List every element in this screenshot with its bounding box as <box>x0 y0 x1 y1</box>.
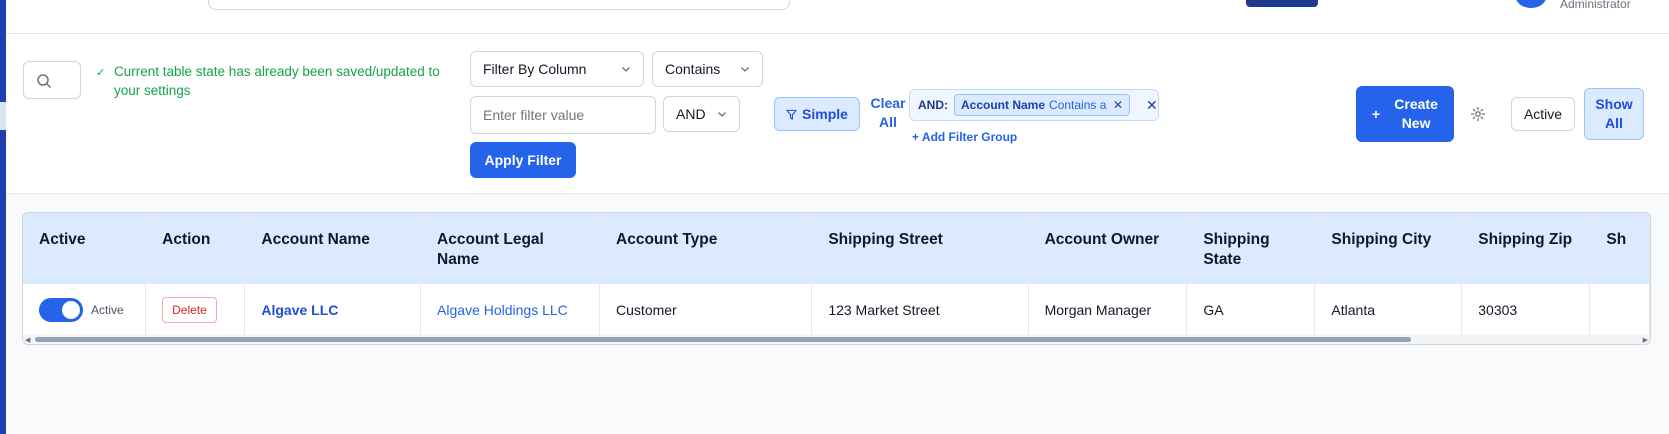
account-type-cell: Customer <box>599 284 813 335</box>
filter-group-logic: AND: <box>918 98 948 112</box>
check-icon: ✓ <box>96 67 106 79</box>
close-icon[interactable]: ✕ <box>1146 97 1158 114</box>
apply-filter-button[interactable]: Apply Filter <box>470 142 576 178</box>
saved-status-text: Current table state has already been sav… <box>114 64 440 98</box>
status-select[interactable]: Active <box>1511 97 1575 131</box>
create-new-button[interactable]: + Create New <box>1356 86 1454 142</box>
add-filter-group-link[interactable]: + Add Filter Group <box>912 130 1017 144</box>
active-toggle[interactable] <box>39 297 83 322</box>
account-name-link[interactable]: Algave LLC <box>261 302 338 318</box>
show-all-button[interactable]: Show All <box>1584 88 1644 140</box>
global-search-input[interactable] <box>208 0 790 10</box>
filter-group: AND: Account Name Contains a ✕ ✕ <box>909 89 1159 121</box>
delete-button[interactable]: Delete <box>162 296 217 323</box>
clear-all-button[interactable]: Clear All <box>868 94 908 132</box>
close-icon[interactable]: ✕ <box>1113 98 1123 112</box>
saved-status-message: ✓ Current table state has already been s… <box>96 62 466 100</box>
search-icon <box>37 74 51 88</box>
shipping-street-cell: 123 Market Street <box>811 284 1029 335</box>
filter-operator-value: Contains <box>665 61 721 77</box>
column-header[interactable]: Active <box>23 213 147 284</box>
column-header[interactable]: Shipping Street <box>811 213 1029 284</box>
logic-operator-value: AND <box>676 106 706 122</box>
filter-operator-select[interactable]: Contains <box>652 51 763 87</box>
filter-chip-field: Account Name <box>961 98 1046 112</box>
shipping-city-cell: Atlanta <box>1314 284 1463 335</box>
shipping-zip-cell: 30303 <box>1461 284 1591 335</box>
column-header[interactable]: Account Owner <box>1028 213 1188 284</box>
column-header[interactable]: Account Name <box>244 213 422 284</box>
data-table: Active Action Account Name Account Legal… <box>22 212 1651 345</box>
filter-column-select[interactable]: Filter By Column <box>470 51 644 87</box>
filter-icon <box>786 109 797 120</box>
filter-chip[interactable]: Account Name Contains a ✕ <box>954 94 1130 116</box>
column-header[interactable]: Shipping State <box>1186 213 1316 284</box>
shipping-state-cell: GA <box>1186 284 1316 335</box>
chevron-down-icon <box>718 112 726 117</box>
filter-chip-condition: Contains a <box>1049 98 1107 112</box>
overflow-cell <box>1589 284 1650 335</box>
filter-value-input[interactable] <box>470 96 656 134</box>
column-header[interactable]: Action <box>145 213 246 284</box>
filter-column-value: Filter By Column <box>483 61 587 77</box>
chevron-down-icon <box>622 67 630 72</box>
active-cell: Active <box>23 284 147 335</box>
legal-name-link[interactable]: Algave Holdings LLC <box>437 302 568 318</box>
table-header-row: Active Action Account Name Account Legal… <box>23 213 1650 284</box>
avatar[interactable] <box>1515 0 1547 8</box>
column-header[interactable]: Sh <box>1589 213 1650 284</box>
gear-icon[interactable] <box>1470 106 1486 122</box>
logic-operator-select[interactable]: AND <box>663 96 740 132</box>
column-header[interactable]: Shipping Zip <box>1461 213 1591 284</box>
table-row: Active Delete Algave LLC Algave Holdings… <box>23 284 1650 335</box>
account-owner-cell: Morgan Manager <box>1028 284 1188 335</box>
horizontal-scrollbar[interactable]: ◀ ▶ <box>23 335 1650 344</box>
column-header[interactable]: Account Legal Name <box>420 213 601 284</box>
column-header[interactable]: Shipping City <box>1314 213 1463 284</box>
active-toggle-label: Active <box>91 302 124 317</box>
user-role: Administrator <box>1560 0 1631 11</box>
legal-name-cell: Algave Holdings LLC <box>420 284 601 335</box>
action-cell: Delete <box>145 284 246 335</box>
simple-mode-button[interactable]: Simple <box>774 97 860 131</box>
scroll-right-icon[interactable]: ▶ <box>1643 336 1648 344</box>
scrollbar-thumb[interactable] <box>35 337 1411 342</box>
header-action-button[interactable] <box>1246 0 1318 7</box>
table-search-input[interactable] <box>23 61 81 99</box>
create-new-label: Create New <box>1394 96 1438 131</box>
column-header[interactable]: Account Type <box>599 213 813 284</box>
account-name-cell: Algave LLC <box>244 284 422 335</box>
chevron-down-icon <box>741 67 749 72</box>
scroll-left-icon[interactable]: ◀ <box>25 336 30 344</box>
simple-mode-label: Simple <box>802 106 848 122</box>
top-header: Administrator <box>6 0 1669 34</box>
plus-icon: + <box>1371 106 1381 122</box>
